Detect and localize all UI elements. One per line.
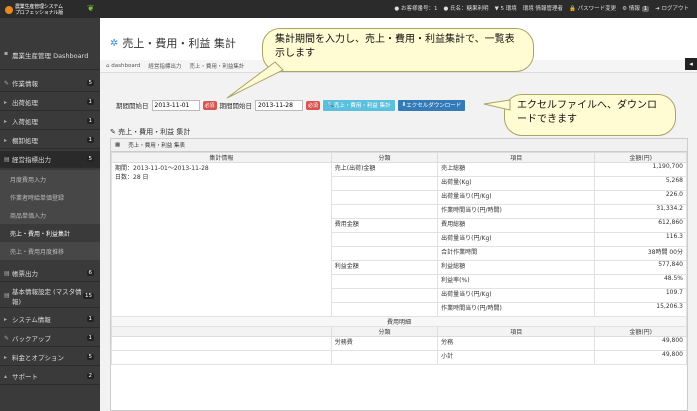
sidebar-item-reports[interactable]: ▤ 帳票出力 6: [0, 265, 100, 282]
sidebar-sub-monthly-cost[interactable]: 月度費用入力: [0, 170, 100, 188]
table-row: 期間：2013-11-01～2013-11-28 日数：28 日売上(出荷)金額売…: [111, 162, 687, 317]
required-badge: 必須: [306, 100, 321, 110]
customer-number: ● お客様番号：1: [394, 6, 438, 12]
environment-link[interactable]: ▼ 5 環境: [495, 4, 517, 12]
required-badge: 必須: [202, 100, 217, 110]
col-amount: 金額(円): [594, 152, 687, 163]
inbox-icon: ▸: [4, 117, 8, 125]
wrench-icon: ✎: [4, 334, 10, 342]
section-title: ✎ 売上・費用・利益 集計: [110, 128, 191, 136]
top-bar: 農業生産管理システム プロフェッショナル版 ❦ ● お客様番号：1 ● 氏名：糖…: [0, 0, 697, 18]
sidebar-item-pricing[interactable]: ▸ 料金とオプション 5: [0, 349, 100, 366]
admin-link[interactable]: 環境 情報管理者: [523, 4, 563, 12]
sidebar-toggle-icon[interactable]: ◂: [685, 58, 697, 70]
sidebar-item-inventory[interactable]: ▸ 棚卸処理 1: [0, 132, 100, 149]
leaf-icon: ❦: [87, 4, 95, 14]
logo-mark-icon: [5, 6, 13, 14]
table-row: 労務費 労務 49,800: [111, 336, 687, 351]
print-icon: ▤: [4, 269, 10, 277]
summary-table: 集計情報 分類 項目 金額(円) 期間：2013-11-01～2013-11-2…: [111, 152, 687, 365]
sidebar: ▪ 農業生産管理 Dashboard ✎ 作業情報 5 ▸ 出荷処理 1 ▸ 入荷処理 1 ▸…: [0, 18, 100, 411]
col-item: 項目: [437, 152, 596, 163]
person-icon: ▴: [4, 372, 8, 380]
expense-header-row: 費用明細: [111, 316, 687, 327]
callout-period-tail: [226, 61, 284, 99]
col-info: 集計情報: [111, 152, 332, 163]
gear-icon: ✲: [110, 37, 119, 49]
password-change-link[interactable]: 🔒 パスワード変更: [569, 4, 616, 12]
sidebar-sub-trend[interactable]: 売上・費用月度推移: [0, 242, 100, 260]
info-menu[interactable]: ⚙ 情報 1: [622, 4, 650, 12]
sidebar-item-backup[interactable]: ✎ バックアップ 1: [0, 330, 100, 347]
logout-link[interactable]: ➜ ログアウト: [655, 4, 689, 12]
excel-download-button[interactable]: ⬇ エクセルダウンロード: [397, 99, 466, 111]
box-icon: ▸: [4, 136, 8, 144]
breadcrumb-home[interactable]: ⌂ dashboard: [106, 63, 140, 69]
table-row: 小計 49,800: [111, 350, 687, 365]
cart-icon: ▸: [4, 353, 8, 361]
monitor-icon: ▸: [4, 315, 8, 323]
app-logo[interactable]: 農業生産管理システム プロフェッショナル版 ❦: [3, 2, 101, 16]
end-date-label: 期間開始日: [219, 102, 253, 110]
sidebar-dashboard[interactable]: ▪ 農業生産管理 Dashboard: [0, 48, 100, 70]
sidebar-item-management[interactable]: ▤ 経営指標出力 5: [0, 151, 100, 168]
sidebar-item-support[interactable]: ▴ サポート 2: [0, 368, 100, 385]
sidebar-item-shipping[interactable]: ▸ 出荷処理 1: [0, 94, 100, 111]
table-icon: ▦: [115, 142, 121, 148]
summary-panel: ▦ 売上・費用・利益 集表 集計情報 分類 項目 金額(円) 期間：2013-11…: [110, 138, 688, 411]
aggregate-button[interactable]: 🔍 売上・費用・利益 集計: [323, 99, 395, 111]
logo-line2: プロフェッショナル版: [15, 10, 64, 16]
user-name: ● 氏名：糖果利明: [443, 6, 489, 12]
pencil-icon: ✎: [4, 79, 10, 87]
sidebar-sub-summary[interactable]: 売上・費用・利益集計: [0, 224, 100, 242]
breadcrumb-section[interactable]: 経営指標出力: [148, 62, 181, 70]
sidebar-item-receiving[interactable]: ▸ 入荷処理 1: [0, 113, 100, 130]
callout-excel-tail: [483, 99, 511, 111]
sidebar-sub-price[interactable]: 商品単価入力: [0, 206, 100, 224]
callout-excel: エクセルファイルへ、ダウンロードできます: [504, 94, 676, 136]
end-date-input[interactable]: [255, 99, 304, 111]
sidebar-sub-wage[interactable]: 作業者時給単価登録: [0, 188, 100, 206]
start-date-input[interactable]: [151, 99, 200, 111]
list-icon: ▤: [4, 292, 10, 299]
top-menu: ● お客様番号：1 ● 氏名：糖果利明 ▼ 5 環境 環境 情報管理者 🔒 パス…: [394, 4, 689, 12]
period-info: 期間：2013-11-01～2013-11-28 日数：28 日: [111, 162, 332, 317]
page-title: 売上・費用・利益 集計: [122, 37, 236, 50]
col-category: 分類: [330, 152, 439, 163]
sidebar-item-system[interactable]: ▸ システム情報 1: [0, 311, 100, 328]
chart-icon: ▤: [4, 155, 10, 163]
start-date-label: 期間開始日: [116, 102, 149, 110]
sidebar-item-master[interactable]: ▤ 基本情報設定 (マスタ情報) 15: [0, 284, 100, 308]
panel-header: ▦ 売上・費用・利益 集表: [111, 139, 687, 152]
dashboard-icon: ▪: [4, 50, 9, 57]
expense-col-row: 分類 項目 金額(円): [111, 326, 687, 337]
callout-period: 集計期間を入力し、売上・費用・利益集計で、一覧表示します: [262, 28, 534, 72]
truck-icon: ▸: [4, 98, 8, 106]
sidebar-item-work[interactable]: ✎ 作業情報 5: [0, 75, 100, 92]
